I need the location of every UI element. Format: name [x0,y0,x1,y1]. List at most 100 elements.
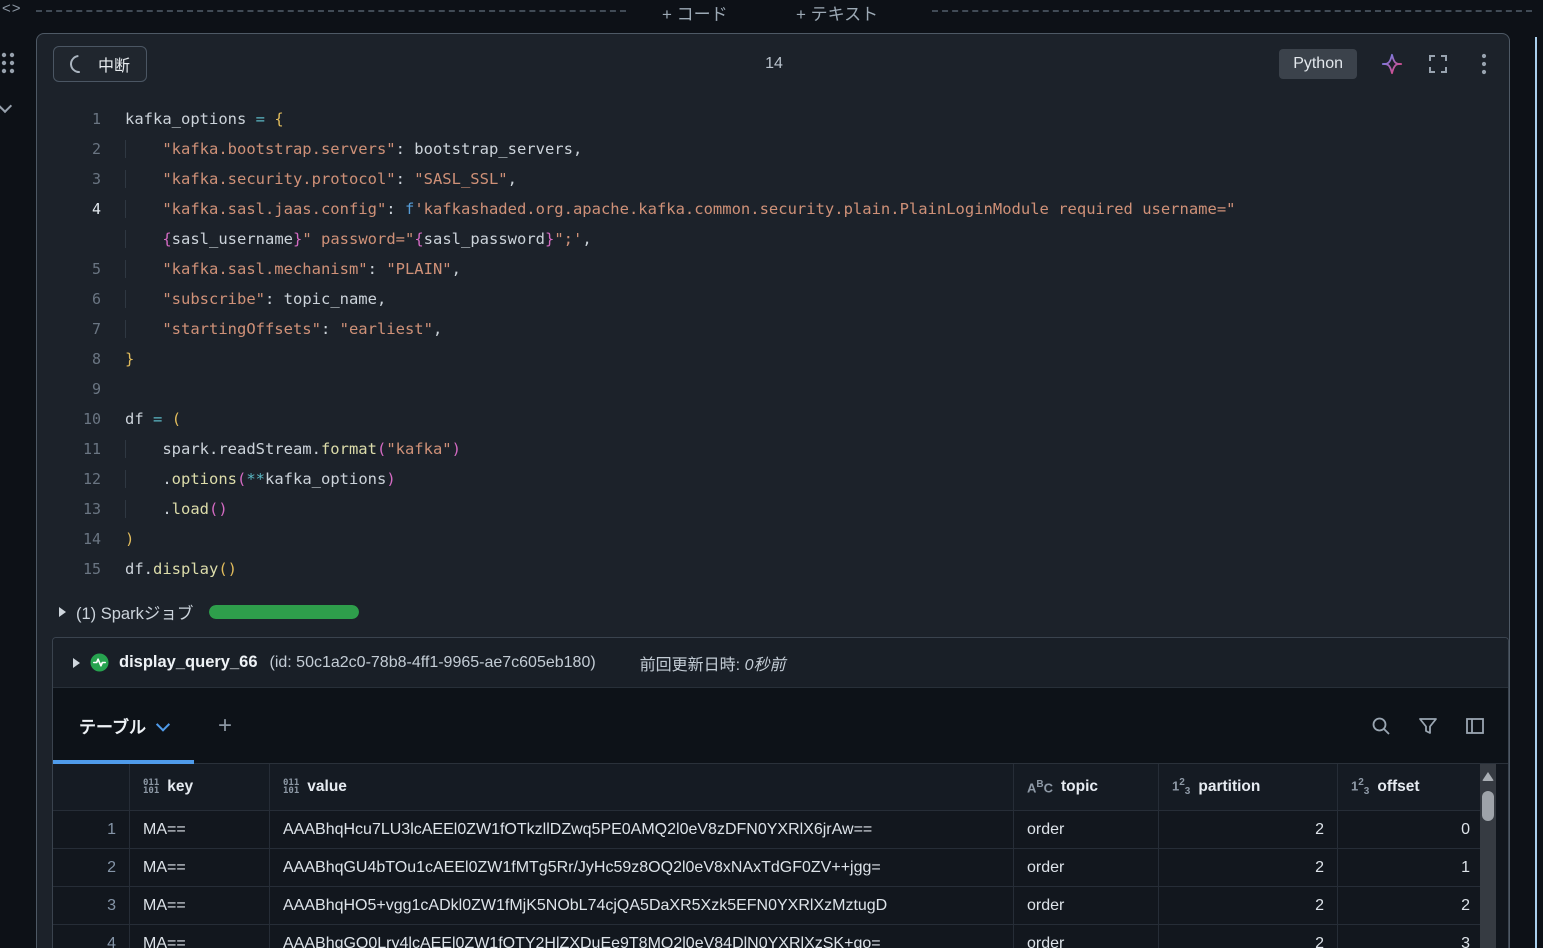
spark-jobs-row: (1) Sparkジョブ [59,596,360,628]
spark-progress-bar [209,605,360,619]
table-cell[interactable]: 1 [1338,849,1484,887]
code-icon: <> [2,0,22,17]
scroll-up-arrow-icon[interactable] [1482,772,1494,781]
cell-focus-indicator [1535,37,1537,948]
kebab-menu-icon[interactable] [1473,53,1495,75]
code-line[interactable]: 4 "kafka.sasl.jaas.config": f'kafkashade… [37,194,1507,224]
side-panel-layout-icon[interactable] [1464,715,1486,737]
table-cell[interactable]: 3 [53,887,130,925]
code-line[interactable]: {sasl_username}" password="{sasl_passwor… [37,224,1507,254]
fullscreen-icon[interactable] [1427,53,1449,75]
line-number: 13 [82,500,101,518]
code-line[interactable]: 14) [37,524,1507,554]
table-row[interactable]: 2 MA== AAABhqGU4bTOu1cAEEl0ZW1fMTg5Rr/JyHc… [53,849,1508,887]
table-cell[interactable]: AAABhqGO0Lry4lcAEEl0ZW1fOTY2HlZXDuEe9T8M… [270,925,1014,948]
table-scrollbar[interactable] [1480,764,1496,948]
table-cell[interactable]: 4 [53,925,130,948]
collapse-cell-chevron-icon[interactable] [0,98,13,114]
column-header-partition[interactable]: 123 partition [1159,764,1338,811]
code-line[interactable]: 9 [37,374,1507,404]
column-header-topic[interactable]: ABC topic [1014,764,1159,811]
table-cell[interactable]: order [1014,811,1159,849]
table-cell[interactable]: MA== [130,887,270,925]
table-cell[interactable]: 2 [53,849,130,887]
drag-handle-icon[interactable] [0,52,16,76]
table-row[interactable]: 4 MA== AAABhqGO0Lry4lcAEEl0ZW1fOTY2HlZXDuE… [53,925,1508,948]
search-icon[interactable] [1370,715,1392,737]
language-selector-button[interactable]: Python [1279,49,1357,79]
column-header-offset[interactable]: 123 offset [1338,764,1484,811]
line-number: 11 [82,440,101,458]
column-header-index[interactable] [53,764,130,811]
code-line[interactable]: 13 .load() [37,494,1507,524]
add-text-button[interactable]: + テキスト [796,0,878,24]
query-name: display_query_66 [119,653,258,671]
code-line[interactable]: 11 spark.readStream.format("kafka") [37,434,1507,464]
running-spinner-icon [66,51,92,77]
code-line[interactable]: 1 kafka_options = { [37,104,1507,134]
divider [932,10,1532,12]
code-line[interactable]: 8} [37,344,1507,374]
table-cell[interactable]: 2 [1159,849,1338,887]
code-lines: 1 kafka_options = {2 "kafka.bootstrap.ser… [37,104,1507,584]
code-line[interactable]: 2 "kafka.bootstrap.servers": bootstrap_s… [37,134,1507,164]
divider [36,10,626,12]
number-type-icon: 123 [1351,777,1370,797]
table-cell[interactable]: 2 [1159,887,1338,925]
binary-type-icon: 011 101 [283,778,300,796]
line-number: 1 [91,110,101,128]
table-cell[interactable]: 0 [1338,811,1484,849]
table-cell[interactable]: 2 [1338,887,1484,925]
interrupt-label: 中断 [98,58,131,75]
code-line[interactable]: 3 "kafka.security.protocol": "SASL_SSL", [37,164,1507,194]
code-line[interactable]: 12 .options(**kafka_options) [37,464,1507,494]
spark-jobs-label: (1) Sparkジョブ [76,605,194,623]
line-number: 3 [91,170,101,188]
notebook-add-cell-bar: <> + コード + テキスト [0,0,1543,33]
line-number [37,224,125,254]
table-row[interactable]: 3 MA== AAABhqHO5+vgg1cADkl0ZW1fMjK5NObL74c… [53,887,1508,925]
streaming-query-header[interactable]: display_query_66 (id: 50c1a2c0-78b8-4ff1… [53,638,1508,688]
table-cell[interactable]: MA== [130,811,270,849]
table-cell[interactable]: 1 [53,811,130,849]
table-cell[interactable]: AAABhqGU4bTOu1cAEEl0ZW1fMTg5Rr/JyHc59z8O… [270,849,1014,887]
column-header-value[interactable]: 011 101 value [270,764,1014,811]
streaming-status-icon [90,653,109,672]
code-line[interactable]: 15 df.display() [37,554,1507,584]
table-cell[interactable]: 2 [1159,925,1338,948]
code-editor[interactable]: 1 kafka_options = {2 "kafka.bootstrap.ser… [37,104,1507,584]
code-line[interactable]: 6 "subscribe": topic_name, [37,284,1507,314]
tab-table[interactable]: テーブル [53,688,194,764]
code-line[interactable]: 7 "startingOffsets": "earliest", [37,314,1507,344]
table-cell[interactable]: AAABhqHcu7LU3lcAEEl0ZW1fOTkzllDZwq5PE0AM… [270,811,1014,849]
binary-type-icon: 011 101 [143,778,160,796]
column-header-key[interactable]: 011 101 key [130,764,270,811]
cell-toolbar: 14 中断 Python [53,44,1495,84]
table-cell[interactable]: order [1014,849,1159,887]
results-table: 011 101 key 011 101 value ABC topic 123 partition… [53,764,1508,948]
expand-caret-icon[interactable] [59,607,66,617]
assistant-sparkle-icon[interactable] [1381,53,1403,75]
line-number: 5 [91,260,101,278]
line-number: 7 [91,320,101,338]
code-line[interactable]: 10 df = ( [37,404,1507,434]
line-number: 15 [82,560,101,578]
line-number: 4 [91,200,101,218]
table-row[interactable]: 1 MA== AAABhqHcu7LU3lcAEEl0ZW1fOTkzllDZwq5… [53,811,1508,849]
interrupt-button[interactable]: 中断 [53,46,148,82]
code-line[interactable]: 5 "kafka.sasl.mechanism": "PLAIN", [37,254,1507,284]
table-cell[interactable]: 2 [1159,811,1338,849]
results-tab-bar: テーブル + [53,688,1508,764]
add-code-button[interactable]: + コード [662,0,728,24]
table-cell[interactable]: MA== [130,849,270,887]
table-cell[interactable]: MA== [130,925,270,948]
table-cell[interactable]: order [1014,925,1159,948]
table-cell[interactable]: AAABhqHO5+vgg1cADkl0ZW1fMjK5NObL74cjQA5D… [270,887,1014,925]
scrollbar-thumb[interactable] [1482,791,1494,821]
notebook-cell: 1 4 中断 Python 1 kafka_options = {2 "kafk… [36,33,1510,948]
expand-caret-icon[interactable] [73,657,80,668]
add-visualization-button[interactable]: + [218,713,232,738]
table-cell[interactable]: order [1014,887,1159,925]
table-cell[interactable]: 3 [1338,925,1484,948]
filter-icon[interactable] [1417,715,1439,737]
